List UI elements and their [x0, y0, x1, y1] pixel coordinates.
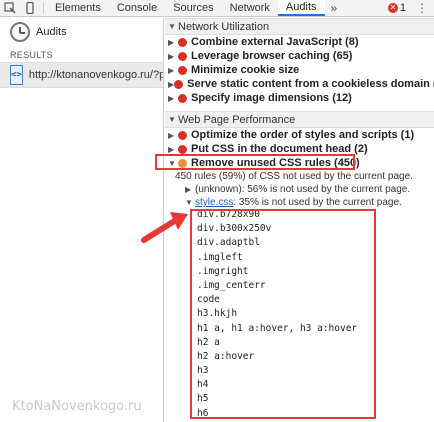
- error-severity-icon: [178, 144, 187, 154]
- error-count: 1: [399, 2, 406, 14]
- tab-elements[interactable]: Elements: [47, 0, 109, 16]
- audit-rule-label: Combine external JavaScript (8): [191, 36, 359, 48]
- expand-triangle-icon: ▼: [168, 115, 176, 124]
- highlight-box-unused-css: [155, 154, 355, 170]
- clock-icon: [10, 22, 30, 42]
- more-tabs-button[interactable]: »: [325, 0, 344, 16]
- audits-label: Audits: [36, 26, 67, 38]
- audit-rule-label: Optimize the order of styles and scripts…: [191, 129, 415, 141]
- results-header: RESULTS: [10, 50, 53, 60]
- tab-console[interactable]: Console: [109, 0, 165, 16]
- error-severity-icon: [178, 51, 187, 61]
- audit-rule-row[interactable]: ▶ Combine external JavaScript (8): [165, 35, 434, 49]
- highlight-box-selectors: [190, 209, 376, 419]
- expand-triangle-icon: ▶: [168, 144, 175, 154]
- pointer-arrow-icon: [141, 212, 188, 243]
- audit-rule-label: Minimize cookie size: [191, 64, 300, 76]
- expand-triangle-icon: ▼: [168, 22, 176, 31]
- tab-audits[interactable]: Audits: [277, 0, 325, 16]
- audit-rule-row[interactable]: ▶ Minimize cookie size: [165, 63, 434, 77]
- error-counter[interactable]: ✕ 1: [387, 0, 410, 16]
- error-severity-icon: [178, 37, 187, 47]
- error-icon: ✕: [387, 3, 398, 13]
- error-severity-icon: [174, 79, 184, 89]
- unknown-file-row[interactable]: ▶ (unknown): 56% is not used by the curr…: [165, 183, 434, 196]
- collapse-triangle-icon: ▼: [185, 198, 193, 207]
- audit-rule-row[interactable]: ▶ Specify image dimensions (12): [165, 91, 434, 105]
- result-url: http://ktonanovenkogo.ru/?p: [28, 69, 163, 81]
- error-severity-icon: [178, 65, 187, 75]
- result-item[interactable]: <> http://ktonanovenkogo.ru/?p: [0, 62, 163, 88]
- expand-triangle-icon: ▶: [168, 65, 175, 75]
- inspect-element-icon[interactable]: [0, 0, 20, 16]
- audit-rule-row[interactable]: ▶ Leverage browser caching (65): [165, 49, 434, 63]
- audit-rule-label: Serve static content from a cookieless d…: [187, 78, 434, 90]
- expand-triangle-icon: ▶: [168, 37, 175, 47]
- expand-triangle-icon: ▶: [168, 130, 175, 140]
- expand-triangle-icon: ▶: [185, 185, 192, 194]
- settings-menu-button[interactable]: ⋮: [410, 0, 434, 16]
- error-severity-icon: [178, 130, 187, 140]
- tab-sources[interactable]: Sources: [165, 0, 221, 16]
- toolbar-divider: [43, 3, 44, 13]
- device-toolbar-icon[interactable]: [20, 0, 40, 16]
- unused-css-summary: 450 rules (59%) of CSS not used by the c…: [175, 171, 413, 182]
- expand-triangle-icon: ▶: [168, 93, 175, 103]
- audit-rule-label: Specify image dimensions (12): [191, 92, 352, 104]
- section-network-utilization[interactable]: ▼ Network Utilization: [165, 18, 434, 35]
- section-web-page-performance[interactable]: ▼ Web Page Performance: [165, 111, 434, 128]
- audits-launcher[interactable]: Audits: [0, 18, 163, 46]
- style-css-link[interactable]: style.css: [195, 197, 233, 208]
- expand-triangle-icon: ▶: [168, 51, 175, 61]
- devtools-toolbar: Elements Console Sources Network Audits …: [0, 0, 434, 17]
- watermark: KtoNaNovenkogo.ru: [12, 399, 142, 414]
- audit-rule-row[interactable]: ▶ Optimize the order of styles and script…: [165, 128, 434, 142]
- audit-rule-row[interactable]: ▶ Serve static content from a cookieless …: [165, 77, 434, 91]
- error-severity-icon: [178, 93, 187, 103]
- code-document-icon: <>: [10, 65, 23, 85]
- tab-network[interactable]: Network: [222, 0, 278, 16]
- section-title: Web Page Performance: [178, 113, 296, 126]
- audit-rule-label: Leverage browser caching (65): [191, 50, 353, 62]
- section-title: Network Utilization: [178, 20, 270, 33]
